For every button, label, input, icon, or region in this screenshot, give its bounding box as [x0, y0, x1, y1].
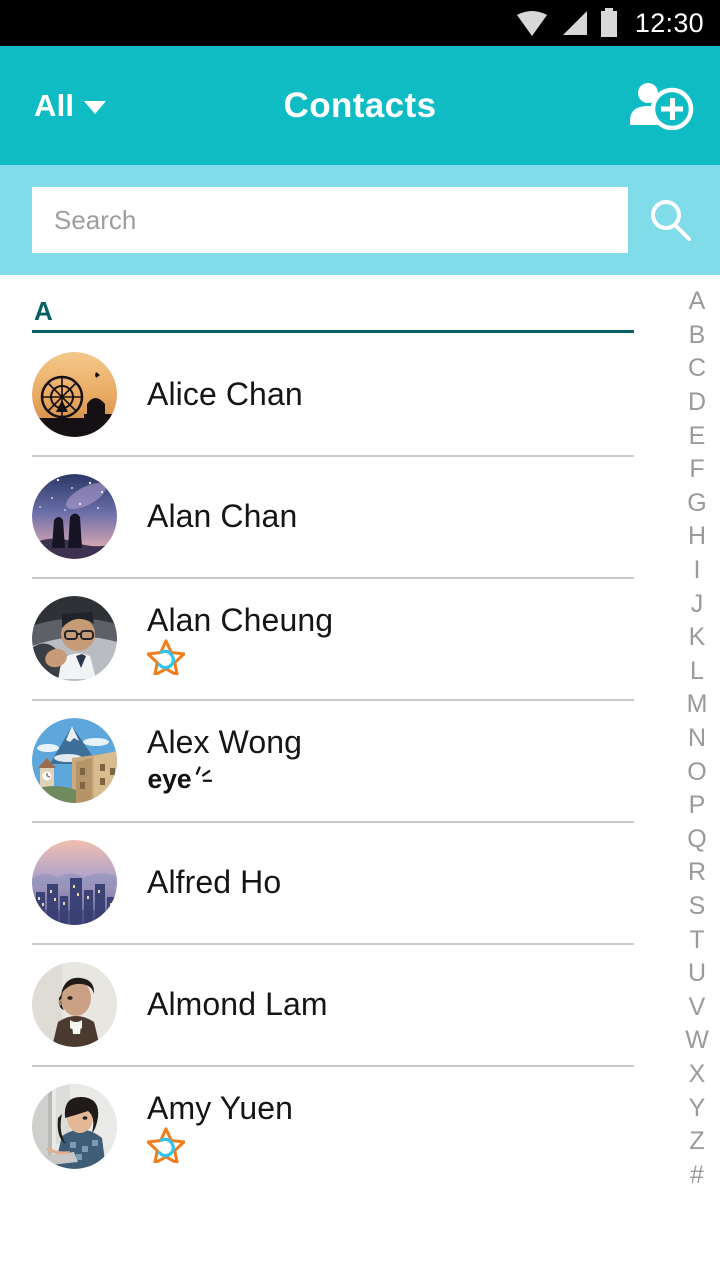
- contact-row[interactable]: Almond Lam: [0, 943, 674, 1065]
- contact-info: Amy Yuen: [147, 1089, 294, 1164]
- alpha-index-letter[interactable]: O: [687, 755, 706, 789]
- alpha-index-letter[interactable]: N: [688, 722, 706, 756]
- alpha-index-letter[interactable]: J: [691, 587, 704, 621]
- contact-name: Alfred Ho: [147, 863, 282, 900]
- svg-text:eye: eye: [147, 764, 191, 794]
- alpha-index-letter[interactable]: W: [685, 1024, 709, 1058]
- contact-row[interactable]: Alfred Ho: [0, 821, 674, 943]
- alpha-index-letter[interactable]: D: [688, 386, 706, 420]
- alpha-index-letter[interactable]: I: [694, 554, 701, 588]
- chevron-down-icon: [84, 101, 107, 114]
- ferris-wheel-photo: [32, 351, 117, 437]
- contact-row[interactable]: Alex Wong eye: [0, 699, 674, 821]
- alpha-index-letter[interactable]: L: [690, 655, 704, 689]
- alpha-index-letter[interactable]: A: [689, 285, 706, 319]
- page-title: Contacts: [283, 85, 437, 125]
- alpha-index-letter[interactable]: F: [689, 453, 704, 487]
- alpha-index-letter[interactable]: V: [689, 990, 706, 1024]
- contact-badge: [147, 639, 333, 676]
- woman-laptop-photo: [32, 1083, 117, 1169]
- status-bar-clock: 12:30: [634, 7, 704, 38]
- avatar: [32, 595, 117, 681]
- contacts-filter-dropdown[interactable]: All: [34, 87, 107, 124]
- avatar: [32, 473, 117, 559]
- alpha-index-letter[interactable]: M: [687, 688, 708, 722]
- avatar: [32, 351, 117, 437]
- alpha-index-letter[interactable]: Q: [687, 823, 706, 857]
- contact-info: Alan Chan: [147, 498, 297, 535]
- contact-badge: [147, 1127, 293, 1164]
- alpha-index-letter[interactable]: P: [689, 789, 706, 823]
- contact-info: Alex Wong eye: [147, 724, 302, 797]
- avatar: [32, 839, 117, 925]
- search-button[interactable]: [646, 196, 694, 244]
- contact-name: Alice Chan: [147, 375, 303, 412]
- star-phone-icon: [147, 1127, 185, 1164]
- search-bar: [0, 165, 720, 275]
- contacts-list[interactable]: A Alice Chan Alan Chan Alan Cheung Alex …: [0, 275, 674, 1280]
- star-phone-icon: [147, 639, 185, 676]
- alphabet-index[interactable]: A B C D E F G H I J K L M N O P Q R S T U V W X Y Z #: [674, 275, 720, 1280]
- wifi-icon: [516, 11, 547, 36]
- status-bar: 12:30: [0, 0, 720, 46]
- avatar: [32, 961, 117, 1047]
- alpha-index-letter[interactable]: #: [690, 1158, 704, 1192]
- filter-label: All: [34, 87, 75, 123]
- alpha-index-letter[interactable]: B: [689, 319, 706, 353]
- contact-row[interactable]: Alan Chan: [0, 455, 674, 577]
- man-portrait-photo: [32, 961, 117, 1047]
- alpha-index-letter[interactable]: K: [689, 621, 706, 655]
- add-contact-button[interactable]: [628, 79, 694, 133]
- eye-logo: eye: [147, 764, 213, 794]
- contact-name: Amy Yuen: [147, 1089, 294, 1126]
- contacts-content: A Alice Chan Alan Chan Alan Cheung Alex …: [0, 275, 720, 1280]
- alpha-index-letter[interactable]: H: [688, 520, 706, 554]
- phone-screen: 12:30 All Contacts Search A Alice Chan A…: [0, 0, 720, 1280]
- search-input[interactable]: [32, 187, 628, 253]
- mountain-town-photo: [32, 717, 117, 803]
- night-sky-photo: [32, 473, 117, 559]
- contact-info: Alfred Ho: [147, 864, 281, 901]
- contact-name: Alan Cheung: [147, 601, 334, 638]
- alpha-index-letter[interactable]: T: [689, 923, 704, 957]
- cellular-signal-icon: [562, 11, 587, 35]
- city-skyline-photo: [32, 839, 117, 925]
- alpha-index-letter[interactable]: R: [688, 856, 706, 890]
- contact-row[interactable]: Alice Chan: [0, 333, 674, 455]
- section-header: A: [0, 275, 674, 330]
- alpha-index-letter[interactable]: E: [689, 419, 706, 453]
- contact-info: Alan Cheung: [147, 601, 334, 676]
- alpha-index-letter[interactable]: Z: [689, 1125, 704, 1159]
- app-bar: All Contacts: [0, 46, 720, 165]
- battery-icon: [600, 8, 617, 37]
- add-contact-icon: [630, 82, 694, 130]
- contact-name: Alex Wong: [147, 723, 303, 760]
- contact-badge: eye: [147, 762, 302, 796]
- alpha-index-letter[interactable]: U: [688, 957, 706, 991]
- alpha-index-letter[interactable]: Y: [689, 1091, 706, 1125]
- avatar: [32, 717, 117, 803]
- section-header-letter: A: [34, 296, 53, 326]
- contact-row[interactable]: Amy Yuen: [0, 1065, 674, 1187]
- avatar: [32, 1083, 117, 1169]
- alpha-index-letter[interactable]: X: [689, 1058, 706, 1092]
- contact-name: Almond Lam: [147, 985, 328, 1022]
- man-in-car-photo: [32, 595, 117, 681]
- alpha-index-letter[interactable]: G: [687, 487, 706, 521]
- contact-info: Alice Chan: [147, 376, 303, 413]
- contact-info: Almond Lam: [147, 986, 328, 1023]
- alpha-index-letter[interactable]: S: [689, 890, 706, 924]
- contact-row[interactable]: Alan Cheung: [0, 577, 674, 699]
- search-icon: [651, 200, 691, 241]
- alpha-index-letter[interactable]: C: [688, 352, 706, 386]
- contact-name: Alan Chan: [147, 497, 298, 534]
